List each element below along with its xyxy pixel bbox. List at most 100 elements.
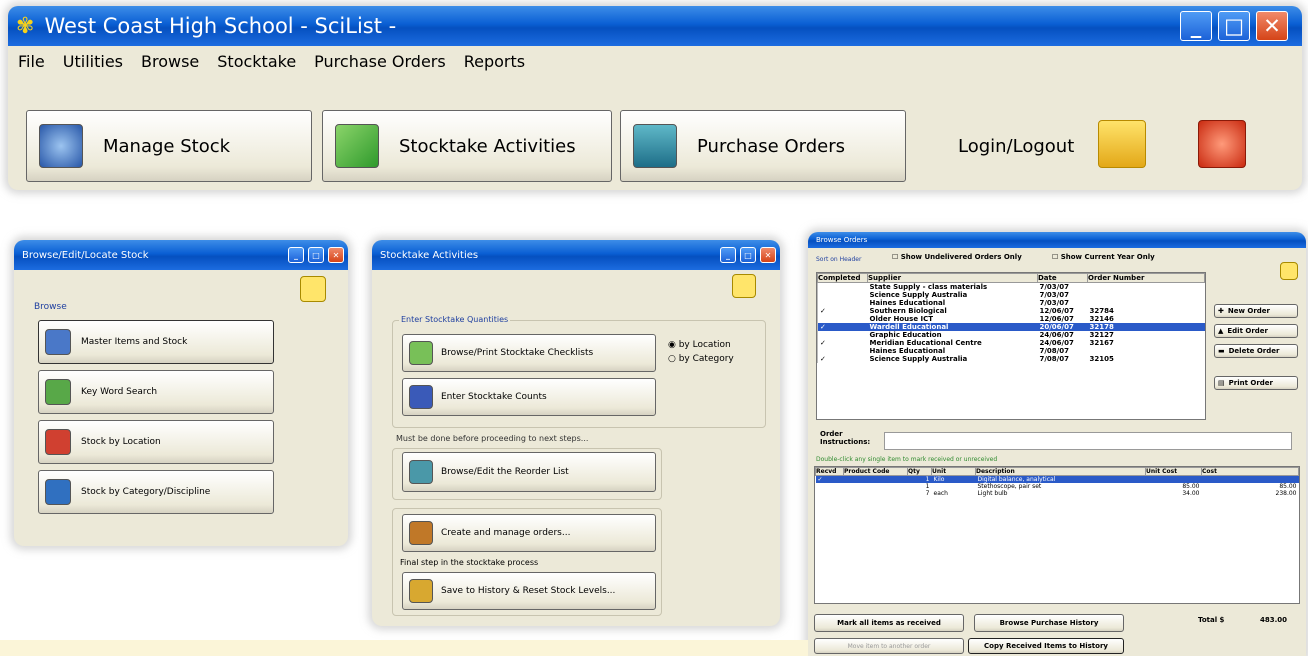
order-row[interactable]: State Supply - class materials 7/03/07: [817, 282, 1205, 291]
order-row[interactable]: ✓ Meridian Educational Centre 24/06/07 3216…: [817, 339, 1205, 347]
purchase-orders-label: Purchase Orders: [697, 135, 845, 157]
item-row[interactable]: ✓ 1 Kilo Digital balance, analytical: [815, 475, 1299, 484]
col-order-number[interactable]: Order Number: [1087, 273, 1205, 283]
minimize-button[interactable]: _: [1180, 11, 1212, 41]
col-recvd[interactable]: Recvd: [815, 467, 844, 476]
item-cost-cell: [1202, 476, 1299, 484]
print-checklists-button[interactable]: Browse/Print Stocktake Checklists: [402, 334, 656, 372]
main-window: ✾ West Coast High School - SciList - _ □…: [8, 6, 1302, 190]
delete-order-button[interactable]: ▬ Delete Order: [1214, 344, 1298, 358]
order-completed-cell: ✓: [817, 339, 868, 347]
stocktake-maximize-button[interactable]: □: [740, 247, 756, 263]
help-icon[interactable]: [732, 274, 756, 298]
mark-received-button[interactable]: Mark all items as received: [814, 614, 964, 632]
order-supplier-cell: Wardell Educational: [869, 323, 949, 331]
edit-order-button[interactable]: ▲ Edit Order: [1214, 324, 1298, 338]
master-items-button[interactable]: Master Items and Stock: [38, 320, 274, 364]
order-row[interactable]: Haines Educational 7/08/07: [817, 347, 1205, 355]
item-qty-cell: 1: [925, 483, 930, 490]
by-category-radio[interactable]: ○ by Category: [668, 354, 734, 364]
browse-maximize-button[interactable]: □: [308, 247, 324, 263]
menu-browse[interactable]: Browse: [141, 52, 199, 72]
col-qty[interactable]: Qty: [907, 467, 932, 476]
manage-stock-button[interactable]: Manage Stock: [26, 110, 312, 182]
help-icon[interactable]: [1280, 262, 1298, 280]
instructions-field[interactable]: [884, 432, 1292, 450]
item-unit-cell: [932, 483, 976, 490]
items-grid[interactable]: Recvd Product Code Qty Unit Description …: [814, 466, 1300, 604]
total-value: 483.00: [1260, 616, 1288, 624]
enter-counts-button[interactable]: Enter Stocktake Counts: [402, 378, 656, 416]
items-header-row: Recvd Product Code Qty Unit Description …: [815, 467, 1299, 476]
order-number-cell: 32146: [1089, 315, 1114, 323]
menu-reports[interactable]: Reports: [464, 52, 525, 72]
delete-order-label: Delete Order: [1228, 347, 1280, 355]
save-history-button[interactable]: Save to History & Reset Stock Levels...: [402, 572, 656, 610]
login-key-icon[interactable]: [1098, 120, 1146, 168]
order-number-cell: [1088, 291, 1205, 299]
browse-reorder-button[interactable]: Browse/Edit the Reorder List: [402, 452, 656, 492]
col-date[interactable]: Date: [1037, 273, 1088, 283]
col-description[interactable]: Description: [975, 467, 1146, 476]
new-order-button[interactable]: ✚ New Order: [1214, 304, 1298, 318]
undelivered-checkbox[interactable]: ☐ Show Undelivered Orders Only: [892, 253, 1022, 261]
print-order-label: Print Order: [1228, 379, 1273, 387]
keyword-search-button[interactable]: Key Word Search: [38, 370, 274, 414]
order-row[interactable]: Graphic Education 24/06/07 32127: [817, 331, 1205, 339]
col-completed[interactable]: Completed: [817, 273, 868, 283]
order-row[interactable]: ✓ Wardell Educational 20/06/07 32178: [817, 323, 1205, 331]
order-row[interactable]: ✓ Southern Biological 12/06/07 32784: [817, 307, 1205, 315]
order-row[interactable]: Haines Educational 7/03/07: [817, 299, 1205, 307]
order-completed-cell: [817, 331, 868, 339]
orders-window: Browse Orders Sort on Header ☐ Show Unde…: [808, 232, 1306, 656]
order-number-cell: 32127: [1089, 331, 1114, 339]
purchase-orders-button[interactable]: Purchase Orders: [620, 110, 906, 182]
stock-by-category-button[interactable]: Stock by Category/Discipline: [38, 470, 274, 514]
copy-history-button[interactable]: Copy Received Items to History: [968, 638, 1124, 654]
order-supplier-cell: Science Supply Australia: [869, 291, 968, 299]
order-row[interactable]: Science Supply Australia 7/03/07: [817, 291, 1205, 299]
orders-table: Completed Supplier Date Order Number Sta…: [817, 273, 1205, 363]
stocktake-activities-button[interactable]: Stocktake Activities: [322, 110, 612, 182]
col-cost[interactable]: Cost: [1201, 467, 1299, 476]
move-item-button[interactable]: Move item to another order: [814, 638, 964, 654]
menu-utilities[interactable]: Utilities: [63, 52, 123, 72]
category-icon: [45, 479, 71, 505]
stocktake-minimize-button[interactable]: _: [720, 247, 736, 263]
current-year-checkbox[interactable]: ☐ Show Current Year Only: [1052, 253, 1155, 261]
printer-icon: ▤: [1218, 379, 1225, 387]
copy-history-label: Copy Received Items to History: [984, 642, 1108, 650]
orders-grid[interactable]: Completed Supplier Date Order Number Sta…: [816, 272, 1206, 420]
stock-by-location-button[interactable]: Stock by Location: [38, 420, 274, 464]
order-row[interactable]: Older House ICT 12/06/07 32146: [817, 315, 1205, 323]
browse-close-button[interactable]: ✕: [328, 247, 344, 263]
col-unit[interactable]: Unit: [931, 467, 976, 476]
menu-stocktake[interactable]: Stocktake: [217, 52, 296, 72]
location-icon: [45, 429, 71, 455]
close-button[interactable]: ✕: [1256, 11, 1288, 41]
item-row[interactable]: 1 Stethoscope, pair set 85.00 85.00: [816, 483, 1299, 490]
print-order-button[interactable]: ▤ Print Order: [1214, 376, 1298, 390]
help-icon[interactable]: [300, 276, 326, 302]
by-category-label: by Category: [678, 354, 734, 364]
browse-minimize-button[interactable]: _: [288, 247, 304, 263]
item-row[interactable]: 7 each Light bulb 34.00 238.00: [816, 490, 1299, 497]
browse-title: Browse/Edit/Locate Stock: [22, 249, 149, 261]
exit-icon[interactable]: [1198, 120, 1246, 168]
stocktake-close-button[interactable]: ✕: [760, 247, 776, 263]
col-supplier[interactable]: Supplier: [867, 273, 1038, 283]
manage-orders-button[interactable]: Create and manage orders...: [402, 514, 656, 552]
menu-purchase-orders[interactable]: Purchase Orders: [314, 52, 446, 72]
items-table: Recvd Product Code Qty Unit Description …: [815, 467, 1299, 497]
order-row[interactable]: ✓ Science Supply Australia 7/08/07 32105: [817, 355, 1205, 363]
col-product-code[interactable]: Product Code: [843, 467, 908, 476]
reorder-icon: [409, 460, 433, 484]
by-location-radio[interactable]: ◉ by Location: [668, 340, 731, 350]
purchase-history-button[interactable]: Browse Purchase History: [974, 614, 1124, 632]
sort-label: Sort on Header: [816, 256, 862, 263]
note-final-step: Final step in the stocktake process: [400, 558, 539, 567]
stock-by-location-label: Stock by Location: [81, 437, 161, 447]
maximize-button[interactable]: □: [1218, 11, 1250, 41]
col-unit-cost[interactable]: Unit Cost: [1145, 467, 1202, 476]
menu-file[interactable]: File: [18, 52, 45, 72]
